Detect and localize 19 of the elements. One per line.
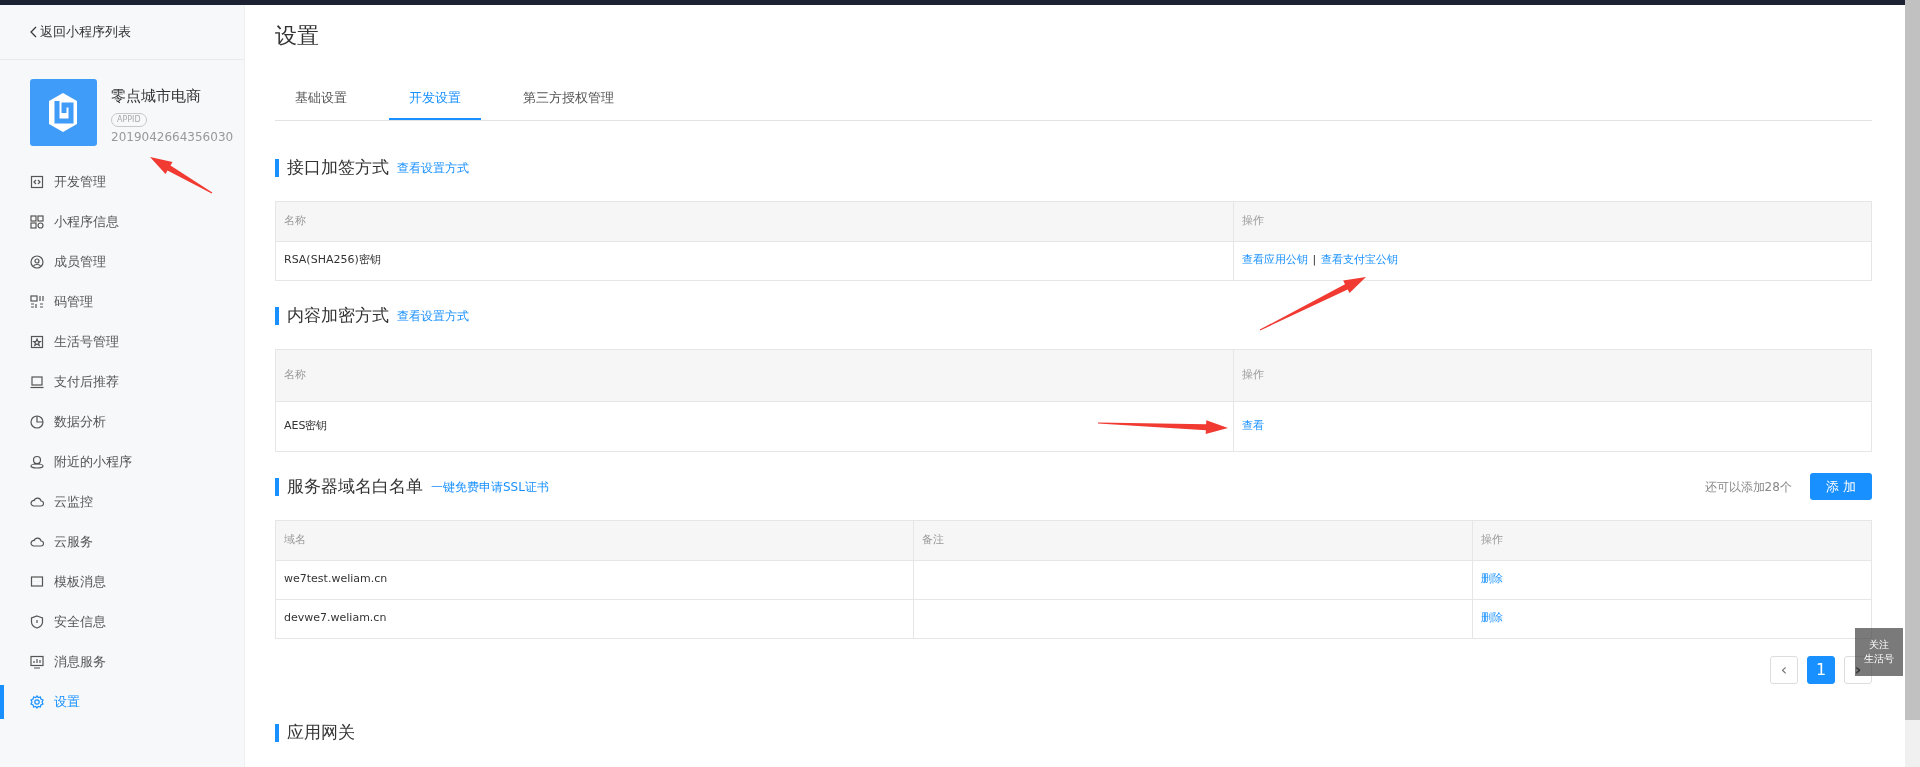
link-separator: | — [1312, 253, 1317, 267]
column-header: 名称 — [275, 349, 1234, 401]
column-header: 域名 — [275, 520, 914, 560]
quota-text: 还可以添加28个 — [1704, 478, 1792, 496]
column-header: 备注 — [913, 520, 1473, 560]
column-header: 名称 — [275, 201, 1234, 241]
app-id: 2019042664356030 — [111, 128, 234, 146]
page-title: 设置 — [275, 22, 320, 50]
table-cell: RSA(SHA256)密钥 — [275, 241, 1234, 280]
app-name: 零点城市电商 — [111, 86, 202, 107]
column-header: 操作 — [1472, 520, 1872, 560]
section-title: 服务器域名白名单 — [287, 474, 423, 498]
column-header: 操作 — [1233, 349, 1872, 401]
table-cell: we7test.weliam.cn — [275, 560, 914, 599]
table-cell: devwe7.weliam.cn — [275, 599, 914, 638]
column-header: 操作 — [1233, 201, 1872, 241]
section-title: 接口加签方式 — [287, 155, 389, 179]
section-title: 应用网关 — [287, 720, 355, 744]
section-title: 内容加密方式 — [287, 303, 389, 327]
